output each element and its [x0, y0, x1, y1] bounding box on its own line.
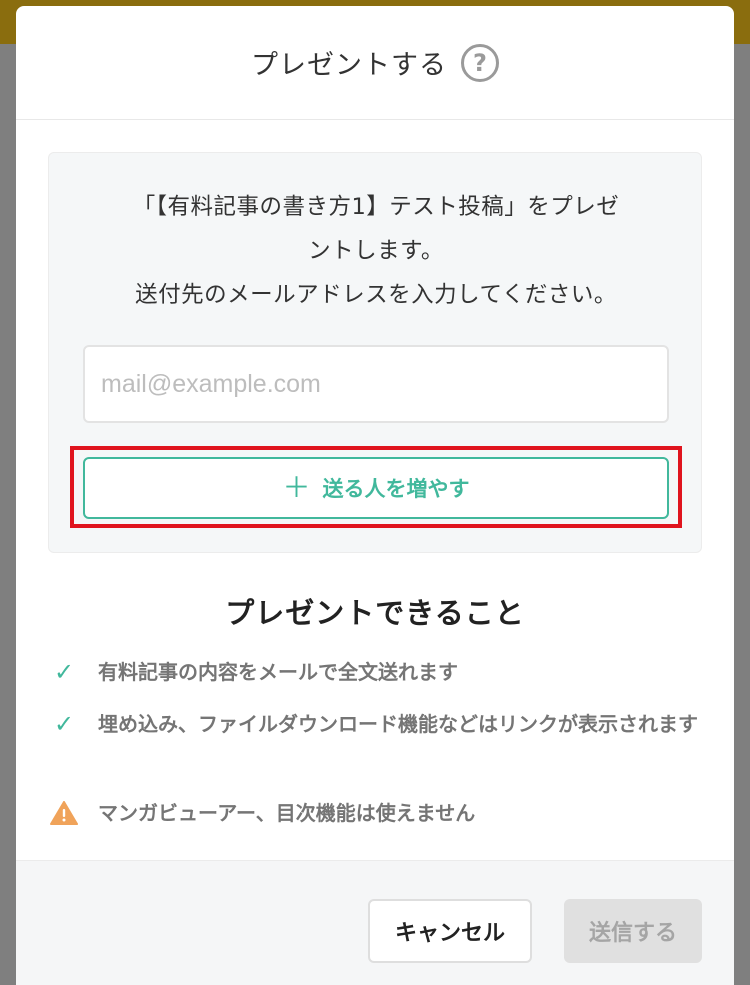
feature-item: ✓ 埋め込み、ファイルダウンロード機能などはリンクが表示されます	[50, 704, 710, 744]
send-button[interactable]: 送信する	[564, 899, 702, 963]
check-icon: ✓	[53, 710, 75, 738]
feature-text: マンガビューアー、目次機能は使えません	[98, 801, 476, 825]
features-title: プレゼントできること	[225, 596, 525, 630]
email-input[interactable]	[83, 345, 669, 423]
add-recipient-label: 送る人を増やす	[322, 477, 470, 501]
check-icon: ✓	[53, 658, 75, 686]
feature-item: マンガビューアー、目次機能は使えません	[50, 793, 710, 833]
feature-text: 有料記事の内容をメールで全文送れます	[98, 660, 458, 684]
modal-header: プレゼントする ?	[16, 6, 734, 120]
feature-item: ✓ 有料記事の内容をメールで全文送れます	[50, 652, 710, 692]
warning-icon	[50, 793, 78, 833]
plus-icon: ＋	[282, 471, 311, 504]
recipient-panel: 「【有料記事の書き方1】テスト投稿」をプレゼ ントします。 送付先のメールアドレ…	[48, 152, 702, 553]
add-recipient-button[interactable]: ＋ 送る人を増やす	[83, 457, 669, 519]
present-modal: プレゼントする ? 「【有料記事の書き方1】テスト投稿」をプレゼ ントします。 …	[16, 6, 734, 985]
feature-text: 埋め込み、ファイルダウンロード機能などはリンクが表示されます	[98, 712, 698, 736]
modal-footer: キャンセル 送信する	[16, 860, 734, 985]
description-line: ントします。	[308, 238, 444, 264]
cancel-button[interactable]: キャンセル	[368, 899, 532, 963]
description-line: 「【有料記事の書き方1】テスト投稿」をプレゼ	[132, 194, 620, 220]
present-description: 「【有料記事の書き方1】テスト投稿」をプレゼ ントします。 送付先のメールアドレ…	[81, 185, 671, 317]
description-line: 送付先のメールアドレスを入力してください。	[135, 282, 617, 308]
help-icon[interactable]: ?	[461, 43, 499, 82]
modal-title: プレゼントする	[251, 50, 447, 81]
